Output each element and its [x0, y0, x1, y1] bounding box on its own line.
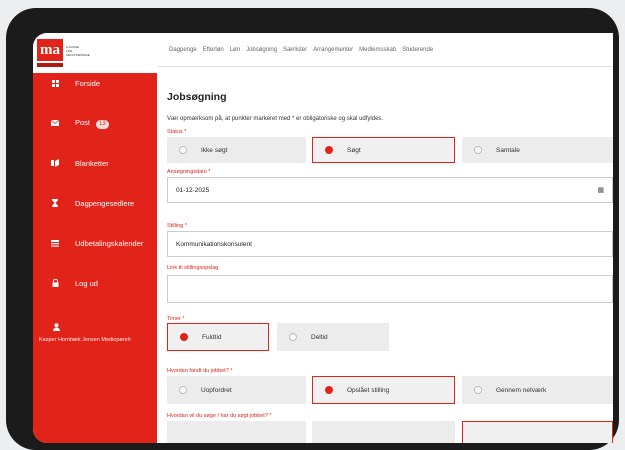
user-icon: [53, 323, 60, 333]
found-label: Hvordan fandt du jobbet? *: [167, 368, 233, 374]
date-label: Ansøgningsdato *: [167, 169, 211, 175]
sidebar-item-label: Blanketter: [75, 158, 109, 168]
sidebar-item-dagpengesedlere[interactable]: Dagpengesedlere: [33, 193, 157, 213]
radio-button: [179, 146, 187, 154]
application-date-field[interactable]: 01-12-2025 ▦: [167, 177, 613, 203]
hours-label: Timer *: [167, 316, 185, 322]
sidebar: ma A-KASSE FOR SELVSTÆNDIGE Forside Post…: [33, 33, 157, 443]
apply-option-1[interactable]: [167, 421, 306, 443]
sidebar-item-label: Dagpengesedlere: [75, 198, 135, 208]
logo-tagline: A-KASSE FOR SELVSTÆNDIGE: [66, 45, 90, 57]
position-field[interactable]: Kommunikationskonsulent: [167, 231, 613, 257]
radio-button-selected: [180, 333, 188, 341]
envelope-icon: [51, 119, 59, 127]
logo-stripe: [37, 63, 63, 67]
date-value: 01-12-2025: [176, 186, 210, 194]
calendar-icon: [51, 239, 59, 247]
sidebar-item-label: Log ud: [75, 278, 98, 288]
found-option-opslaaet-stilling[interactable]: Opslået stilling: [312, 376, 455, 404]
radio-button-selected: [325, 386, 333, 394]
calendar-picker-icon[interactable]: ▦: [597, 186, 604, 194]
apply-label: Hvordan vil du søge / har du søgt jobbet…: [167, 413, 272, 419]
sidebar-item-label: Post: [75, 117, 91, 127]
option-label: Samtale: [496, 146, 520, 154]
status-option-samtale[interactable]: Samtale: [462, 137, 613, 163]
topnav-dagpenge[interactable]: Dagpenge: [169, 47, 197, 53]
topnav-studerende[interactable]: Studerende: [402, 47, 433, 53]
topnav-medlemsskab[interactable]: Medlemsskab: [359, 47, 396, 53]
sidebar-item-label: Udbetalingskalender: [75, 238, 144, 248]
option-label: Søgt: [347, 146, 361, 154]
logo-mark: ma: [37, 39, 63, 61]
screen: ma A-KASSE FOR SELVSTÆNDIGE Forside Post…: [33, 33, 613, 443]
hourglass-icon: [51, 199, 59, 207]
position-value: Kommunikationskonsulent: [176, 240, 252, 248]
option-label: Uopfordret: [201, 386, 232, 394]
lock-icon: [51, 279, 59, 287]
status-option-ikke-soegt[interactable]: Ikke søgt: [167, 137, 306, 163]
sidebar-item-udbetalingskalender[interactable]: Udbetalingskalender: [33, 233, 157, 253]
found-option-gennem-netvaerk[interactable]: Gennem netværk: [462, 376, 613, 404]
grid-icon: [51, 79, 59, 87]
topnav-efterloen[interactable]: Efterløn: [203, 47, 224, 53]
option-label: Gennem netværk: [496, 386, 547, 394]
option-label: Fuldtid: [202, 333, 222, 341]
sidebar-item-forside[interactable]: Forside: [33, 73, 157, 93]
logo[interactable]: ma A-KASSE FOR SELVSTÆNDIGE: [33, 33, 157, 73]
sidebar-item-blanketter[interactable]: Blanketter: [33, 153, 157, 173]
topnav-arrangementer[interactable]: Arrangementer: [313, 47, 353, 53]
topnav-saerlister[interactable]: Særlister: [283, 47, 307, 53]
hours-option-fuldtid[interactable]: Fuldtid: [167, 323, 269, 351]
position-label: Stilling *: [167, 223, 187, 229]
sidebar-item-logout[interactable]: Log ud: [33, 273, 157, 293]
hours-option-deltid[interactable]: Deltid: [277, 323, 389, 351]
job-link-label: Link til stillingsopslag: [167, 265, 219, 271]
option-label: Deltid: [311, 333, 328, 341]
tablet-frame: ma A-KASSE FOR SELVSTÆNDIGE Forside Post…: [6, 8, 619, 450]
sidebar-item-post[interactable]: Post 13: [33, 113, 157, 133]
apply-option-2[interactable]: [312, 421, 455, 443]
option-label: Ikke søgt: [201, 146, 228, 154]
status-option-soegt[interactable]: Søgt: [312, 137, 455, 163]
user-name: Kasper Hornbæk Jensen Mediepøreh: [39, 337, 131, 343]
job-link-field[interactable]: [167, 275, 613, 303]
form-intro: Vær opmærksom på, at punkter markeret me…: [167, 116, 384, 122]
forms-icon: [51, 159, 59, 167]
radio-button-selected: [325, 146, 333, 154]
page-title: Jobsøgning: [167, 91, 227, 103]
top-navigation: Dagpenge Efterløn Løn Jobsøgning Særlist…: [157, 33, 613, 67]
apply-option-3[interactable]: [462, 421, 613, 443]
option-label: Opslået stilling: [347, 386, 390, 394]
radio-button: [289, 333, 297, 341]
radio-button: [179, 386, 187, 394]
status-label: Status *: [167, 129, 187, 135]
found-option-uopfordret[interactable]: Uopfordret: [167, 376, 306, 404]
unread-badge: 13: [96, 119, 109, 129]
sidebar-item-label: Forside: [75, 78, 101, 88]
radio-button: [474, 386, 482, 394]
topnav-jobsoegning[interactable]: Jobsøgning: [246, 47, 277, 53]
radio-button: [474, 146, 482, 154]
main-content: Jobsøgning Vær opmærksom på, at punkter …: [157, 67, 613, 443]
topnav-loen[interactable]: Løn: [230, 47, 240, 53]
